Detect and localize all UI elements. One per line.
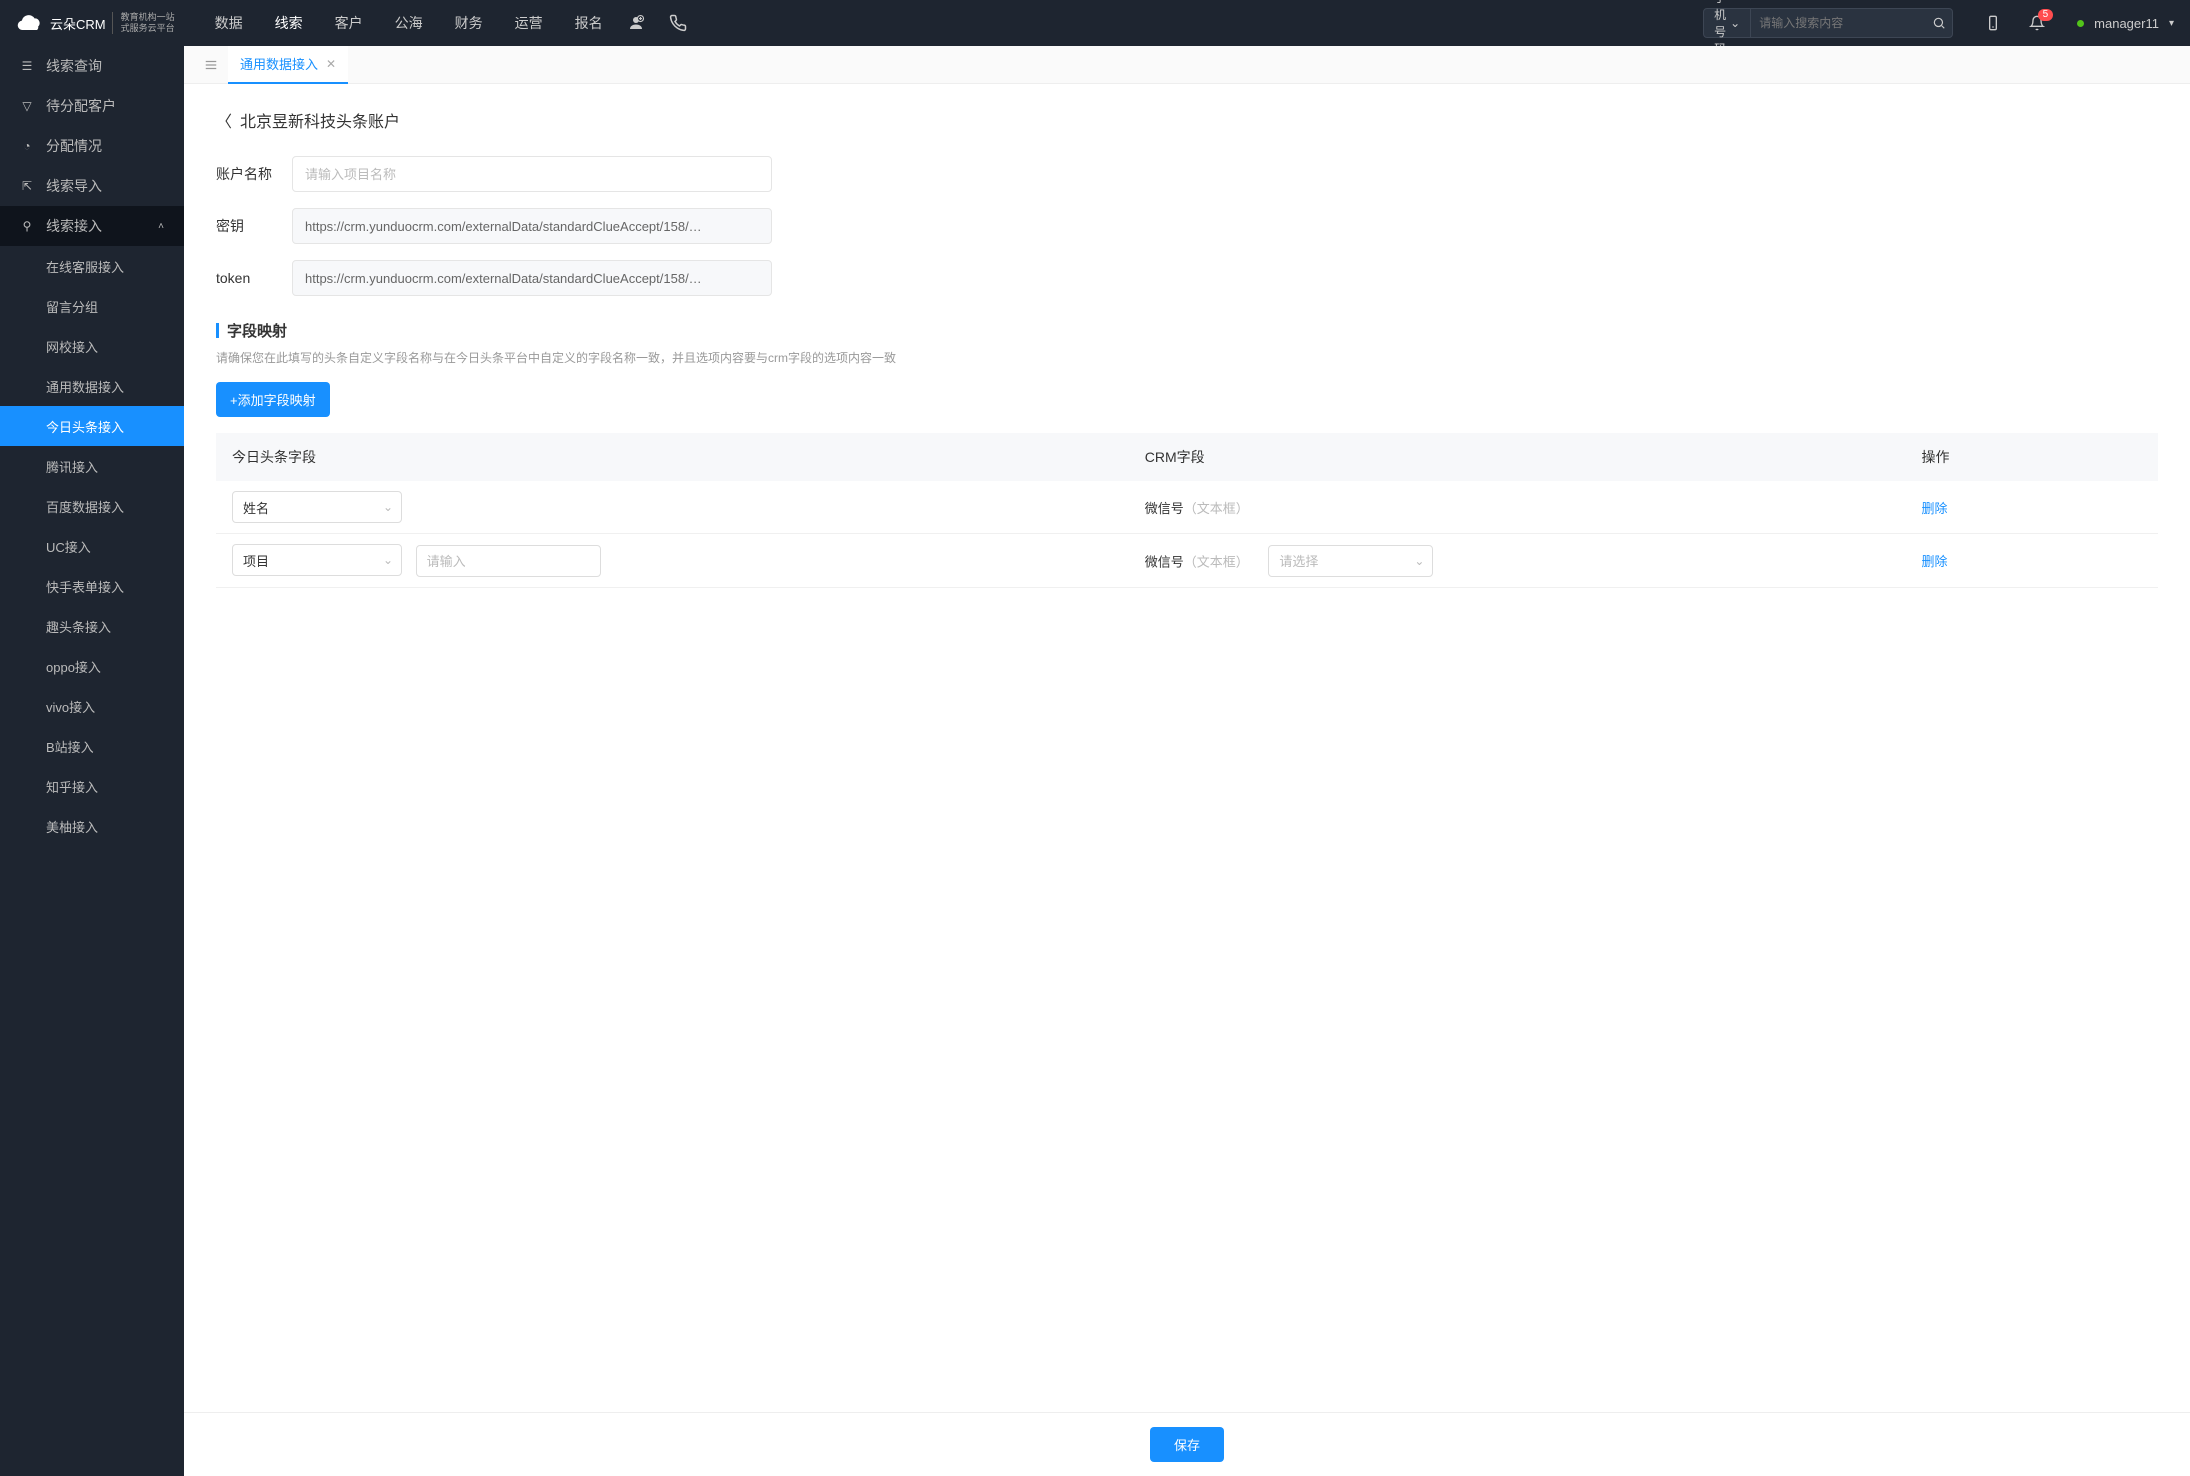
subnav-online-service[interactable]: 在线客服接入 bbox=[0, 246, 184, 286]
input-secret[interactable] bbox=[292, 208, 772, 244]
section-bar bbox=[216, 323, 219, 338]
delete-link[interactable]: 删除 bbox=[1922, 501, 1948, 516]
topnav: 数据 线索 客户 公海 财务 运营 报名 bbox=[215, 13, 603, 33]
export-icon: ⇱ bbox=[20, 179, 34, 193]
field-select[interactable]: 姓名 bbox=[232, 491, 402, 523]
table-row: 项目 微信号（文本框） 请选择 删除 bbox=[216, 534, 2158, 588]
mapping-table: 今日头条字段 CRM字段 操作 姓名 微信号（文本框） 删除 bbox=[216, 433, 2158, 588]
chevron-up-icon: ˄ bbox=[158, 221, 164, 232]
nav-data[interactable]: 数据 bbox=[215, 13, 243, 33]
nav-leads[interactable]: 线索 bbox=[275, 13, 303, 33]
subnav-bilibili[interactable]: B站接入 bbox=[0, 726, 184, 766]
search-button[interactable] bbox=[1922, 16, 1956, 30]
close-icon[interactable]: ✕ bbox=[326, 57, 336, 71]
subnav-zhihu[interactable]: 知乎接入 bbox=[0, 766, 184, 806]
subnav-vivo[interactable]: vivo接入 bbox=[0, 686, 184, 726]
nav-customers[interactable]: 客户 bbox=[335, 13, 363, 33]
table-row: 姓名 微信号（文本框） 删除 bbox=[216, 481, 2158, 534]
field-select[interactable]: 项目 bbox=[232, 544, 402, 576]
device-icon[interactable] bbox=[1985, 15, 2001, 31]
searchbar: 手机号码 ⌄ bbox=[1703, 8, 1953, 38]
logo[interactable]: 云朵CRM 教育机构一站 式服务云平台 bbox=[16, 9, 175, 37]
subnav-toutiao[interactable]: 今日头条接入 bbox=[0, 406, 184, 446]
crm-select[interactable]: 请选择 bbox=[1268, 545, 1433, 577]
label-token: token bbox=[216, 270, 292, 286]
status-dot bbox=[2077, 20, 2084, 27]
nav-ops[interactable]: 运营 bbox=[515, 13, 543, 33]
search-icon bbox=[1932, 16, 1946, 30]
cloud-icon bbox=[16, 9, 44, 37]
tabs: 通用数据接入 ✕ bbox=[184, 46, 2190, 84]
back-button[interactable]: 〈 bbox=[216, 108, 232, 132]
logo-text: 云朵CRM bbox=[50, 14, 106, 33]
subnav-qutoutiao[interactable]: 趣头条接入 bbox=[0, 606, 184, 646]
chevron-down-icon: ⌄ bbox=[1730, 16, 1740, 30]
subnav-generic-data[interactable]: 通用数据接入 bbox=[0, 366, 184, 406]
crm-field-label: 微信号 bbox=[1145, 501, 1184, 516]
sidebar-item-allocation[interactable]: ◔ 分配情况 bbox=[0, 126, 184, 166]
search-input[interactable] bbox=[1751, 16, 1922, 30]
phone-icon[interactable] bbox=[669, 14, 687, 32]
subnav-oppo[interactable]: oppo接入 bbox=[0, 646, 184, 686]
sidebar-item-import[interactable]: ⇱ 线索导入 bbox=[0, 166, 184, 206]
col-action: 操作 bbox=[1906, 433, 2158, 481]
user-menu[interactable]: manager11 ▾ bbox=[2077, 16, 2174, 31]
pie-icon: ◔ bbox=[20, 139, 34, 153]
subnav-uc[interactable]: UC接入 bbox=[0, 526, 184, 566]
sidebar-item-integration[interactable]: ⚲ 线索接入 ˄ bbox=[0, 206, 184, 246]
label-secret: 密钥 bbox=[216, 216, 292, 236]
add-mapping-button[interactable]: +添加字段映射 bbox=[216, 382, 330, 417]
user-name: manager11 bbox=[2094, 16, 2159, 31]
list-icon: ☰ bbox=[20, 59, 34, 73]
logo-tagline: 教育机构一站 式服务云平台 bbox=[112, 12, 175, 34]
nav-enroll[interactable]: 报名 bbox=[575, 13, 603, 33]
subnav-meiyou[interactable]: 美柚接入 bbox=[0, 806, 184, 846]
filter-icon: ▽ bbox=[20, 99, 34, 113]
crm-field-label: 微信号 bbox=[1145, 554, 1184, 569]
nav-finance[interactable]: 财务 bbox=[455, 13, 483, 33]
sidebar-subnav: 在线客服接入 留言分组 网校接入 通用数据接入 今日头条接入 腾讯接入 百度数据… bbox=[0, 246, 184, 846]
col-crm-field: CRM字段 bbox=[1129, 433, 1906, 481]
crm-field-type: （文本框） bbox=[1184, 501, 1249, 516]
sidebar-item-pending[interactable]: ▽ 待分配客户 bbox=[0, 86, 184, 126]
label-account-name: 账户名称 bbox=[216, 164, 292, 184]
nav-pool[interactable]: 公海 bbox=[395, 13, 423, 33]
notification-badge: 5 bbox=[2038, 9, 2054, 21]
sidebar-item-lead-query[interactable]: ☰ 线索查询 bbox=[0, 46, 184, 86]
page-title: 北京昱新科技头条账户 bbox=[240, 108, 400, 132]
chevron-down-icon: ▾ bbox=[2169, 18, 2174, 29]
plug-icon: ⚲ bbox=[20, 219, 34, 233]
delete-link[interactable]: 删除 bbox=[1922, 554, 1948, 569]
section-hint: 请确保您在此填写的头条自定义字段名称与在今日头条平台中自定义的字段名称一致，并且… bbox=[216, 349, 2158, 366]
save-button[interactable]: 保存 bbox=[1150, 1427, 1224, 1462]
section-title: 字段映射 bbox=[227, 320, 287, 341]
field-input[interactable] bbox=[416, 545, 601, 577]
input-account-name[interactable] bbox=[292, 156, 772, 192]
subnav-baidu[interactable]: 百度数据接入 bbox=[0, 486, 184, 526]
tab-generic-data[interactable]: 通用数据接入 ✕ bbox=[228, 46, 348, 84]
subnav-school[interactable]: 网校接入 bbox=[0, 326, 184, 366]
menu-icon bbox=[204, 58, 218, 72]
add-user-icon[interactable] bbox=[627, 14, 645, 32]
col-toutiao-field: 今日头条字段 bbox=[216, 433, 1129, 481]
notifications[interactable]: 5 bbox=[2029, 15, 2045, 31]
subnav-kuaishou[interactable]: 快手表单接入 bbox=[0, 566, 184, 606]
subnav-tencent[interactable]: 腾讯接入 bbox=[0, 446, 184, 486]
input-token[interactable] bbox=[292, 260, 772, 296]
topbar: 云朵CRM 教育机构一站 式服务云平台 数据 线索 客户 公海 财务 运营 报名… bbox=[0, 0, 2190, 46]
footer: 保存 bbox=[184, 1412, 2190, 1476]
crm-field-type: （文本框） bbox=[1184, 554, 1249, 569]
subnav-message-group[interactable]: 留言分组 bbox=[0, 286, 184, 326]
search-type-select[interactable]: 手机号码 ⌄ bbox=[1704, 9, 1751, 37]
sidebar-toggle[interactable] bbox=[194, 58, 228, 72]
sidebar: ☰ 线索查询 ▽ 待分配客户 ◔ 分配情况 ⇱ 线索导入 ⚲ 线索接入 ˄ 在线… bbox=[0, 46, 184, 1476]
